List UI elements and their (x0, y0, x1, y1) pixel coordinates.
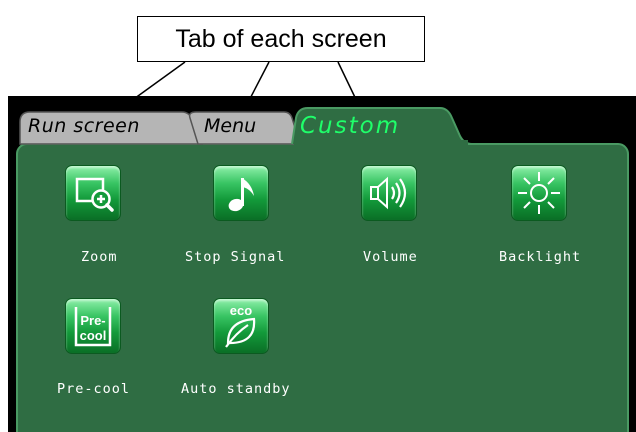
volume-label: Volume (363, 249, 418, 265)
device-screen: Run screen Menu Custom Zoom Stop Signal (8, 96, 636, 432)
tab-custom[interactable]: Custom (300, 113, 400, 139)
eco-leaf-icon: eco (225, 303, 256, 348)
stop-signal-button[interactable] (213, 165, 269, 221)
speaker-icon (370, 176, 407, 210)
stop-signal-label: Stop Signal (185, 249, 286, 265)
zoom-label: Zoom (81, 249, 118, 265)
zoom-icon (75, 177, 114, 212)
volume-button[interactable] (361, 165, 417, 221)
music-note-icon (228, 178, 254, 212)
pre-cool-icon-text-1: Pre- (80, 313, 105, 328)
pre-cool-label: Pre-cool (57, 381, 131, 397)
pre-cool-icon-text-2: cool (80, 328, 107, 343)
auto-standby-button[interactable]: eco (213, 298, 269, 354)
backlight-label: Backlight (499, 249, 582, 265)
pre-cool-icon: Pre- cool (74, 307, 112, 347)
auto-standby-label: Auto standby (181, 381, 291, 397)
eco-icon-text: eco (230, 303, 252, 318)
pre-cool-button[interactable]: Pre- cool (65, 298, 121, 354)
zoom-button[interactable] (65, 165, 121, 221)
tab-menu[interactable]: Menu (204, 115, 256, 137)
sun-icon (518, 172, 560, 214)
tab-run-screen[interactable]: Run screen (28, 115, 140, 137)
backlight-button[interactable] (511, 165, 567, 221)
